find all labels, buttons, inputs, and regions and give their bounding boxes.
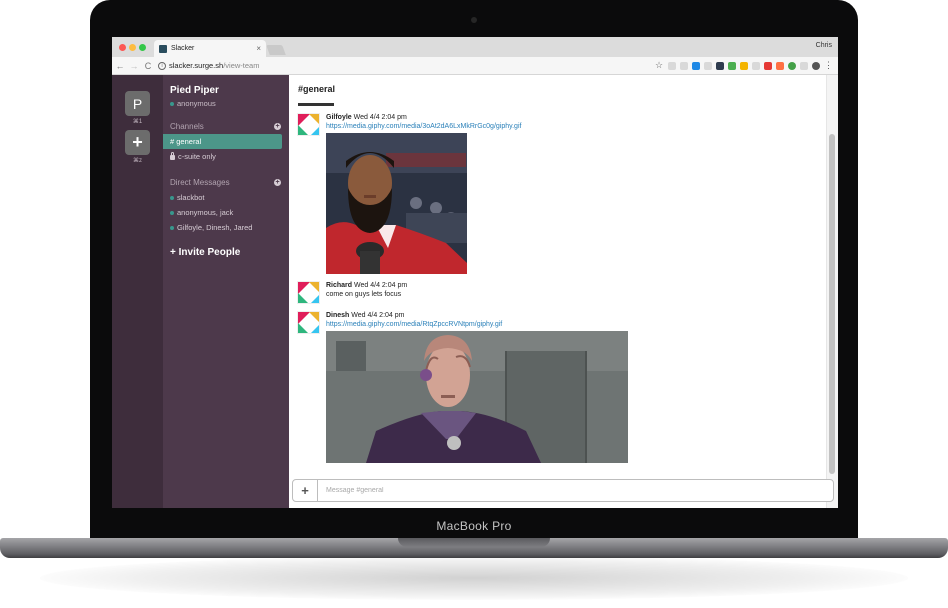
message-link[interactable]: https://media.giphy.com/media/3oAt2dA6Lx… (326, 123, 521, 130)
sidebar-item-label: slackbot (177, 193, 205, 202)
extension-icon[interactable] (716, 61, 724, 70)
message-link[interactable]: https://media.giphy.com/media/RtqZpccRVN… (326, 321, 502, 328)
presence-dot-icon (170, 195, 174, 200)
title-underline (298, 103, 334, 106)
sidebar-item-label: Gilfoyle, Dinesh, Jared (177, 223, 253, 232)
extension-icon[interactable] (740, 61, 748, 70)
lock-icon (170, 152, 175, 160)
url-text: slacker.surge.sh/view-team (169, 61, 259, 70)
browser-tabbar: Slacker × Chris (112, 37, 838, 57)
message-author[interactable]: Gilfoyle (326, 114, 352, 121)
minimize-window-button[interactable] (129, 44, 136, 51)
back-arrow-icon[interactable]: ← (114, 61, 126, 71)
extension-icon[interactable] (788, 61, 796, 70)
message-link-line: https://media.giphy.com/media/RtqZpccRVN… (326, 321, 502, 328)
sidebar-item-c-suite-only[interactable]: c-suite only (163, 149, 289, 164)
forward-arrow-icon[interactable]: → (128, 61, 140, 71)
sidebar-item-label: # general (170, 137, 202, 146)
avatar[interactable] (297, 281, 320, 304)
device-label: MacBook Pro (436, 519, 512, 533)
address-bar[interactable]: i slacker.surge.sh/view-team (158, 59, 654, 73)
add-team-button[interactable]: + (125, 130, 150, 155)
scrollbar-thumb[interactable] (829, 134, 835, 474)
add-channel-icon[interactable]: + (274, 123, 281, 130)
team-shortcut: ⌘1 (132, 119, 143, 125)
browser-tab[interactable]: Slacker × (154, 40, 266, 57)
current-user: anonymous (163, 99, 289, 108)
screen: Slacker × Chris ← → C i slacker.surge.sh… (112, 37, 838, 508)
camera (471, 17, 477, 23)
sidebar-item-anonymous-jack[interactable]: anonymous, jack (163, 205, 289, 220)
sidebar-item-slackbot[interactable]: slackbot (163, 190, 289, 205)
current-user-name: anonymous (177, 99, 216, 108)
presence-dot-icon (170, 101, 174, 106)
extension-icon[interactable] (752, 61, 760, 70)
extension-icons: ☆ ⋮ (654, 60, 833, 71)
message-author[interactable]: Dinesh (326, 312, 349, 319)
url-path: /view-team (223, 61, 260, 70)
extension-icon[interactable] (704, 61, 712, 70)
message-composer: + (292, 479, 834, 502)
extension-icon[interactable] (776, 61, 784, 70)
invite-people-button[interactable]: + Invite People (163, 247, 289, 258)
close-window-button[interactable] (119, 44, 126, 51)
scrollbar[interactable] (826, 75, 838, 508)
browser-profile[interactable]: Chris (816, 42, 832, 49)
url-host: slacker.surge.sh (169, 61, 224, 70)
message-author-line: Gilfoyle Wed 4/4 2:04 pm (326, 114, 407, 121)
message-author[interactable]: Richard (326, 282, 352, 289)
avatar[interactable] (297, 113, 320, 136)
message-author-line: Dinesh Wed 4/4 2:04 pm (326, 312, 404, 319)
channels-header: Channels + (163, 122, 289, 131)
laptop-shadow (40, 556, 908, 600)
menu-dots-icon[interactable]: ⋮ (824, 60, 833, 71)
message-text: come on guys lets focus (326, 291, 402, 298)
message-author-line: Richard Wed 4/4 2:04 pm (326, 282, 407, 289)
extension-icon[interactable] (728, 61, 736, 70)
extension-icon[interactable] (680, 61, 688, 70)
new-tab-button[interactable] (266, 45, 286, 55)
tab-title: Slacker (171, 45, 195, 52)
extension-icon[interactable] (764, 61, 772, 70)
extension-icon[interactable] (812, 61, 820, 70)
direct-messages-header-label[interactable]: Direct Messages (170, 178, 230, 187)
add-direct-message-icon[interactable]: + (274, 179, 281, 186)
message-timestamp: Wed 4/4 2:04 pm (351, 312, 405, 319)
reload-icon[interactable]: C (142, 61, 154, 71)
channel-title: #general (298, 84, 336, 94)
info-icon[interactable]: i (158, 61, 166, 70)
add-team-shortcut: ⌘z (133, 158, 142, 164)
attach-plus-icon[interactable]: + (293, 480, 318, 501)
avatar[interactable] (297, 311, 320, 334)
star-icon[interactable]: ☆ (654, 60, 664, 71)
channels-header-label[interactable]: Channels (170, 122, 204, 131)
presence-dot-icon (170, 225, 174, 230)
message-timestamp: Wed 4/4 2:04 pm (354, 282, 408, 289)
message-timestamp: Wed 4/4 2:04 pm (353, 114, 407, 121)
browser-toolbar: ← → C i slacker.surge.sh/view-team ☆ ⋮ (112, 57, 838, 75)
sidebar-item-gilfoyle-dinesh-jared[interactable]: Gilfoyle, Dinesh, Jared (163, 220, 289, 235)
zoom-window-button[interactable] (139, 44, 146, 51)
presence-dot-icon (170, 210, 174, 215)
extension-icon[interactable] (800, 61, 808, 70)
sidebar-item-label: c-suite only (178, 152, 216, 161)
tab-close-icon[interactable]: × (256, 44, 261, 53)
gif-image-alien-man[interactable] (326, 331, 628, 463)
sidebar-item-label: anonymous, jack (177, 208, 234, 217)
gif-image-bearded-man[interactable] (326, 133, 467, 274)
extension-icon[interactable] (692, 61, 700, 70)
laptop-base-notch (398, 538, 550, 547)
team-name[interactable]: Pied Piper (163, 85, 289, 96)
slacker-app: P ⌘1 + ⌘z Pied Piper anonymous Channels … (112, 75, 838, 508)
direct-messages-header: Direct Messages + (163, 178, 289, 187)
team-switch-button[interactable]: P (125, 91, 150, 116)
slacker-favicon-icon (159, 44, 167, 53)
message-pane: #general Gilfoyle Wed 4/4 2:04 pm https:… (289, 75, 838, 508)
sidebar-item-general[interactable]: # general (163, 134, 282, 149)
message-input[interactable] (318, 487, 833, 494)
extension-icon[interactable] (668, 61, 676, 70)
team-rail: P ⌘1 + ⌘z (112, 75, 163, 508)
channel-sidebar: Pied Piper anonymous Channels + # genera… (163, 75, 289, 508)
message-link-line: https://media.giphy.com/media/3oAt2dA6Lx… (326, 123, 521, 130)
